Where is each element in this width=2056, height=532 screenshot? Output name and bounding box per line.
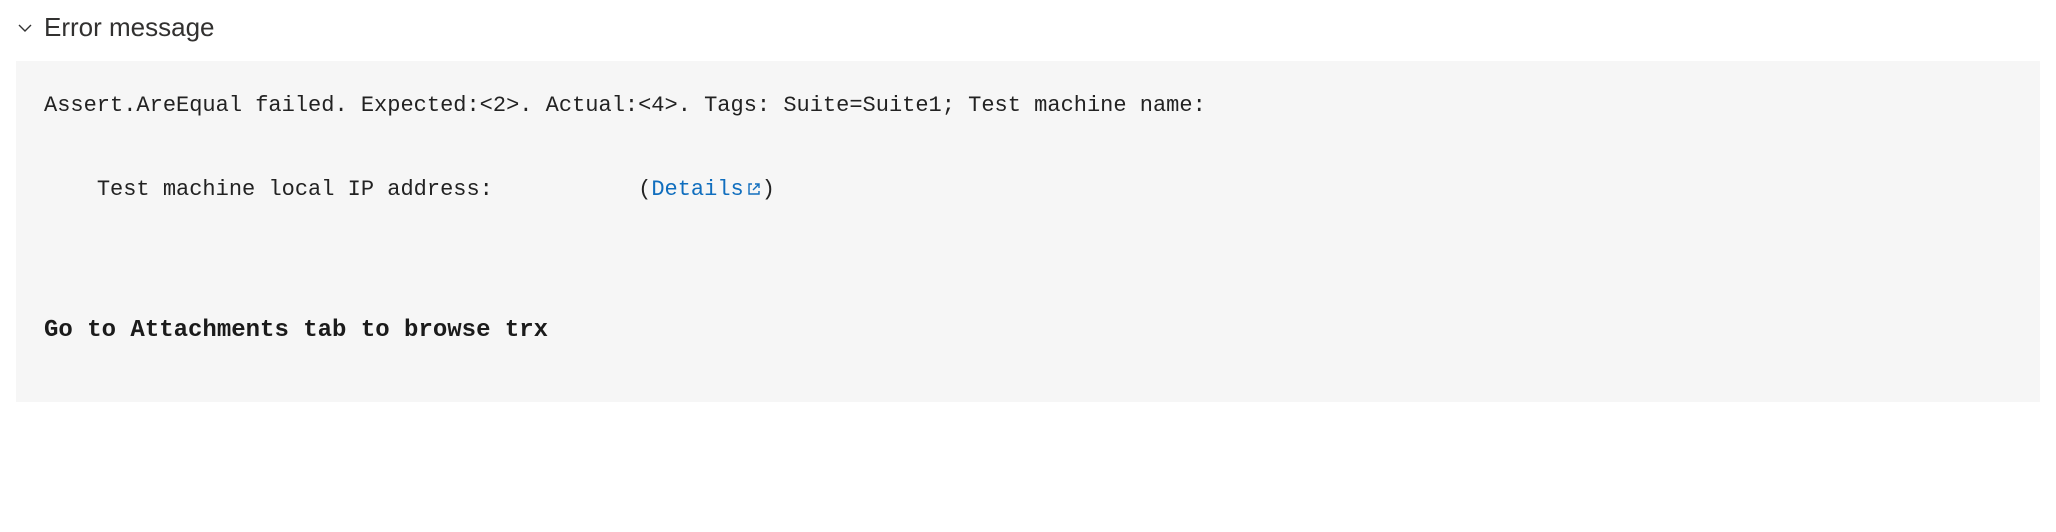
- error-message-block: Assert.AreEqual failed. Expected:<2>. Ac…: [16, 61, 2040, 402]
- error-line2-prefix: Test machine local IP address:: [97, 177, 638, 202]
- details-link[interactable]: Details: [651, 177, 761, 202]
- error-text-line-2: Test machine local IP address: (Details): [44, 127, 2012, 252]
- details-link-open-paren: (: [638, 177, 651, 202]
- details-link-label: Details: [651, 177, 743, 202]
- error-text-line-1: Assert.AreEqual failed. Expected:<2>. Ac…: [44, 85, 2012, 127]
- attachments-note: Go to Attachments tab to browse trx: [44, 308, 2012, 354]
- details-link-close-paren: ): [762, 177, 775, 202]
- external-link-icon: [746, 181, 762, 197]
- section-title: Error message: [44, 12, 215, 43]
- error-section-header[interactable]: Error message: [16, 12, 2040, 43]
- chevron-down-icon: [16, 19, 34, 37]
